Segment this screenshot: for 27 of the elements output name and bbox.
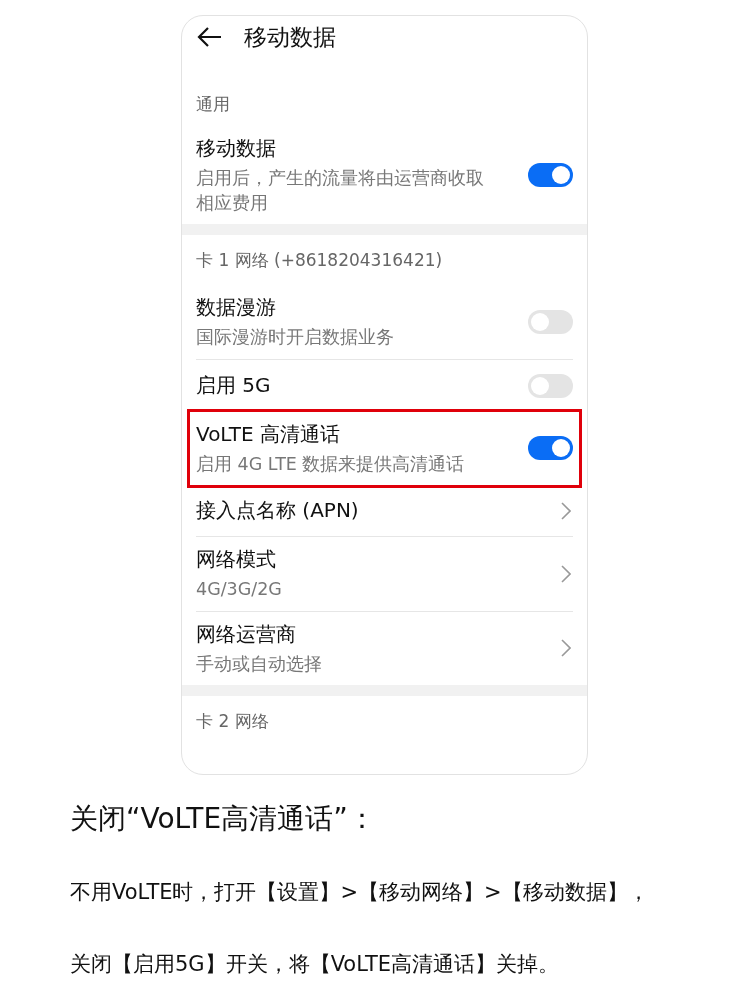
- toggle-switch[interactable]: [528, 309, 573, 334]
- chevron-icon: [561, 564, 571, 583]
- setting-title: 启用 5G: [196, 372, 272, 399]
- chevron-icon: [561, 501, 571, 520]
- chevron-icon: [561, 639, 571, 658]
- back-icon[interactable]: [196, 26, 222, 48]
- setting-title: 接入点名称 (APN): [196, 497, 360, 524]
- section-label: 卡 2 网络: [196, 709, 269, 733]
- setting-subtitle: 启用 4G LTE 数据来提供高清通话: [196, 452, 466, 476]
- article-heading: 关闭“VoLTE高清通话”：: [70, 801, 377, 837]
- article-paragraph: 关闭【启用5G】开关，将【VoLTE高清通话】关掉。: [70, 951, 561, 978]
- screen-title: 移动数据: [244, 22, 336, 52]
- setting-subtitle: 启用后，产生的流量将由运营商收取相应费用: [196, 167, 485, 215]
- setting-title: 数据漫游: [196, 294, 277, 321]
- setting-title: 网络模式: [196, 546, 277, 573]
- setting-title: 移动数据: [196, 135, 277, 162]
- article-paragraph: 不用VoLTE时，打开【设置】>【移动网络】>【移动数据】，: [70, 879, 650, 906]
- setting-title: 网络运营商: [196, 620, 297, 648]
- setting-subtitle: 4G/3G/2G: [196, 578, 283, 601]
- setting-subtitle: 手动或自动选择: [196, 652, 323, 676]
- toggle-switch[interactable]: [528, 373, 573, 398]
- section-label: 卡 1 网络 (+8618204316421): [196, 248, 443, 272]
- section-label: 通用: [196, 93, 230, 116]
- toggle-switch[interactable]: [528, 163, 573, 187]
- toggle-switch[interactable]: [528, 436, 573, 461]
- setting-title: VoLTE 高清通话: [196, 420, 341, 448]
- setting-subtitle: 国际漫游时开启数据业务: [196, 326, 395, 349]
